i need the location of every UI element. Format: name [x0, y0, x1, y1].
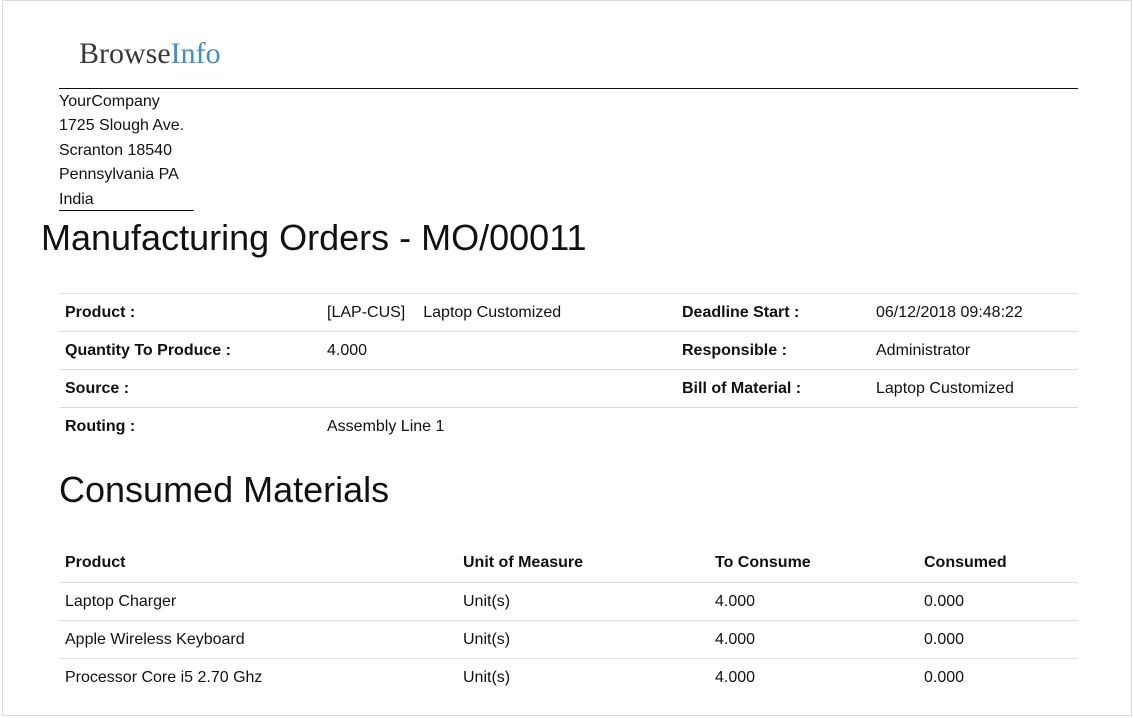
material-product: Processor Core i5 2.70 Ghz: [65, 668, 263, 686]
material-product: Laptop Charger: [65, 592, 177, 610]
consumed-materials-table: Product Unit of Measure To Consume Consu…: [59, 544, 1078, 697]
material-consumed: 0.000: [924, 592, 965, 610]
material-to-consume: 4.000: [715, 668, 756, 686]
company-city: Scranton 18540: [59, 141, 172, 159]
company-address: YourCompany 1725 Slough Ave. Scranton 18…: [59, 90, 184, 212]
routing-value: Assembly Line 1: [327, 417, 445, 435]
product-code: [LAP-CUS]: [327, 303, 406, 321]
company-state: Pennsylvania PA: [59, 166, 179, 184]
column-header-uom: Unit of Measure: [463, 554, 584, 571]
table-header-row: Product Unit of Measure To Consume Consu…: [59, 544, 1078, 583]
material-to-consume: 4.000: [715, 592, 756, 610]
bom-value: Laptop Customized: [876, 379, 1014, 397]
details-row: Product : [LAP-CUS] Laptop Customized Dea…: [59, 293, 1078, 332]
company-street: 1725 Slough Ave.: [59, 117, 185, 135]
table-row: Apple Wireless Keyboard Unit(s) 4.000 0.…: [59, 620, 1078, 659]
material-product: Apple Wireless Keyboard: [65, 630, 245, 648]
header-divider: [59, 88, 1078, 89]
column-header-consumed: Consumed: [924, 554, 1007, 571]
details-row: Routing : Assembly Line 1: [59, 407, 1078, 446]
source-value: [321, 370, 676, 408]
material-uom: Unit(s): [463, 592, 511, 610]
bom-label: Bill of Material :: [682, 379, 802, 397]
logo-text-info: Info: [170, 37, 221, 70]
material-consumed: 0.000: [924, 630, 965, 648]
responsible-value: Administrator: [876, 341, 971, 359]
details-row: Source : Bill of Material : Laptop Custo…: [59, 369, 1078, 408]
logo-text-browse: Browse: [79, 37, 171, 70]
company-logo: BrowseInfo: [79, 36, 221, 72]
page-title: Manufacturing Orders - MO/00011: [41, 217, 587, 258]
quantity-label: Quantity To Produce :: [65, 341, 231, 359]
routing-label: Routing :: [65, 417, 136, 435]
material-to-consume: 4.000: [715, 630, 756, 648]
company-name: YourCompany: [59, 93, 160, 110]
product-label: Product :: [65, 303, 136, 321]
deadline-label: Deadline Start :: [682, 303, 800, 321]
table-row: Laptop Charger Unit(s) 4.000 0.000: [59, 582, 1078, 621]
column-header-product: Product: [65, 554, 126, 571]
quantity-value: 4.000: [327, 341, 368, 359]
consumed-materials-title: Consumed Materials: [59, 469, 390, 510]
source-label: Source :: [65, 379, 130, 397]
empty-cell: [870, 408, 1078, 446]
product-value: [LAP-CUS] Laptop Customized: [321, 294, 676, 332]
responsible-label: Responsible :: [682, 341, 787, 359]
deadline-value: 06/12/2018 09:48:22: [876, 303, 1023, 321]
details-row: Quantity To Produce : 4.000 Responsible …: [59, 331, 1078, 370]
column-header-to-consume: To Consume: [715, 554, 811, 571]
material-uom: Unit(s): [463, 630, 511, 648]
empty-cell: [676, 408, 870, 446]
table-row: Processor Core i5 2.70 Ghz Unit(s) 4.000…: [59, 658, 1078, 697]
material-consumed: 0.000: [924, 668, 965, 686]
company-country: India: [59, 190, 94, 208]
product-name: Laptop Customized: [423, 303, 562, 321]
order-details-table: Product : [LAP-CUS] Laptop Customized Dea…: [59, 293, 1078, 446]
address-divider: [59, 210, 194, 211]
material-uom: Unit(s): [463, 668, 511, 686]
